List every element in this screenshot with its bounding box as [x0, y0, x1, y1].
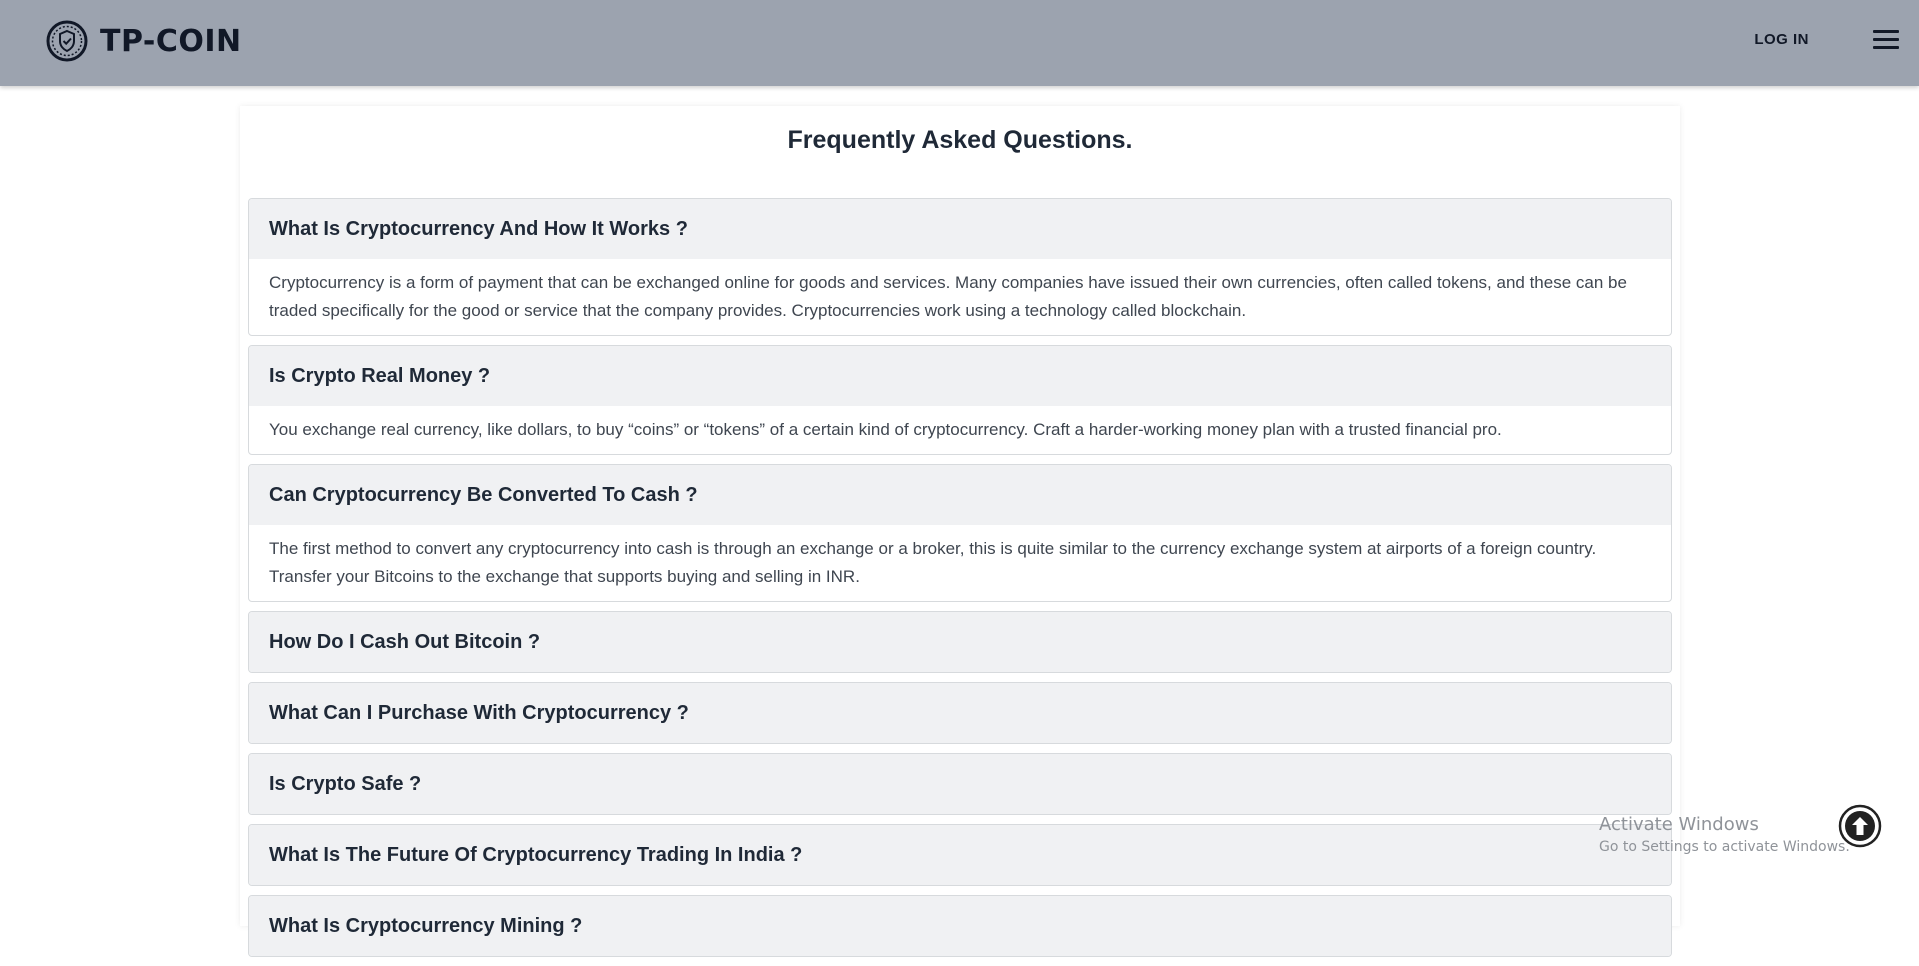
hamburger-icon[interactable]: [1873, 30, 1899, 52]
faq-title: Frequently Asked Questions.: [787, 126, 1133, 154]
faq-question[interactable]: Is Crypto Safe ?: [249, 754, 1671, 814]
top-navbar: TP-COIN LOG IN: [0, 0, 1919, 86]
faq-answer: You exchange real currency, like dollars…: [269, 420, 1502, 439]
faq-question[interactable]: What Is The Future Of Cryptocurrency Tra…: [249, 825, 1671, 885]
brand[interactable]: TP-COIN: [46, 20, 242, 62]
login-link[interactable]: LOG IN: [1754, 31, 1809, 48]
arrow-up-circle-icon[interactable]: [1838, 804, 1882, 848]
faq-question[interactable]: How Do I Cash Out Bitcoin ?: [249, 612, 1671, 672]
faq-item: What Is The Future Of Cryptocurrency Tra…: [248, 824, 1672, 886]
activate-windows-watermark: Activate Windows Go to Settings to activ…: [1599, 814, 1850, 855]
faq-item: Is Crypto Safe ?: [248, 753, 1672, 815]
faq-question[interactable]: Can Cryptocurrency Be Converted To Cash …: [249, 465, 1671, 525]
faq-answer: The first method to convert any cryptocu…: [269, 539, 1597, 586]
faq-question[interactable]: What Can I Purchase With Cryptocurrency …: [249, 683, 1671, 743]
faq-item: Is Crypto Real Money ? You exchange real…: [248, 345, 1672, 455]
faq-item: What Is Cryptocurrency Mining ?: [248, 895, 1672, 957]
faq-question[interactable]: What Is Cryptocurrency Mining ?: [249, 896, 1671, 956]
faq-question[interactable]: Is Crypto Real Money ?: [249, 346, 1671, 406]
faq-item: What Can I Purchase With Cryptocurrency …: [248, 682, 1672, 744]
brand-name: TP-COIN: [100, 23, 242, 59]
faq-accordion: What Is Cryptocurrency And How It Works …: [248, 198, 1672, 966]
faq-item: What Is Cryptocurrency And How It Works …: [248, 198, 1672, 336]
faq-question[interactable]: What Is Cryptocurrency And How It Works …: [249, 199, 1671, 259]
faq-item: How Do I Cash Out Bitcoin ?: [248, 611, 1672, 673]
faq-section: Frequently Asked Questions. What Is Cryp…: [240, 106, 1680, 957]
shield-coin-icon: [46, 20, 88, 62]
watermark-subtitle: Go to Settings to activate Windows.: [1599, 839, 1850, 855]
watermark-title: Activate Windows: [1599, 814, 1759, 835]
faq-answer: Cryptocurrency is a form of payment that…: [269, 273, 1627, 320]
faq-item: Can Cryptocurrency Be Converted To Cash …: [248, 464, 1672, 602]
